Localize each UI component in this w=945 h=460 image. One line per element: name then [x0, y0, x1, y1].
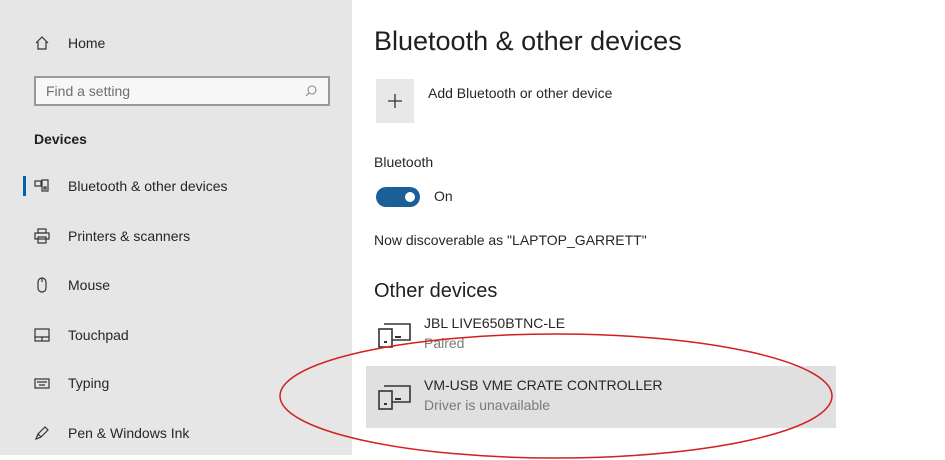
device-icon — [378, 385, 411, 410]
sidebar-item-pen[interactable]: Pen & Windows Ink — [0, 413, 352, 453]
home-icon — [33, 34, 51, 52]
sidebar-item-printers[interactable]: Printers & scanners — [0, 216, 352, 256]
pen-icon — [33, 424, 51, 442]
plus-icon — [388, 94, 402, 108]
sidebar-item-label: Mouse — [68, 277, 111, 293]
other-devices-heading: Other devices — [374, 280, 498, 302]
device-name: JBL LIVE650BTNC-LE — [424, 315, 566, 331]
search-icon — [305, 85, 317, 97]
discoverable-text: Now discoverable as "LAPTOP_GARRETT" — [374, 232, 647, 248]
sidebar-item-label: Bluetooth & other devices — [68, 178, 228, 194]
active-indicator — [23, 176, 26, 196]
device-item[interactable]: JBL LIVE650BTNC-LE Paired — [366, 304, 836, 366]
bluetooth-toggle-label: On — [434, 188, 453, 204]
sidebar-item-home[interactable]: Home — [0, 23, 352, 63]
toggle-knob — [405, 192, 415, 202]
device-icon — [378, 323, 411, 348]
sidebar-item-label: Pen & Windows Ink — [68, 425, 190, 441]
bluetooth-toggle[interactable] — [376, 187, 420, 207]
sidebar-item-bluetooth[interactable]: Bluetooth & other devices — [0, 166, 352, 206]
sidebar: Home Devices Bluetooth & other devices P… — [0, 0, 352, 455]
sidebar-item-mouse[interactable]: Mouse — [0, 265, 352, 305]
page-title: Bluetooth & other devices — [374, 26, 682, 56]
sidebar-item-typing[interactable]: Typing — [0, 363, 352, 403]
sidebar-item-label: Home — [68, 35, 106, 51]
printer-icon — [33, 227, 51, 245]
bluetooth-devices-icon — [33, 177, 51, 195]
bluetooth-heading: Bluetooth — [374, 154, 434, 170]
sidebar-item-label: Touchpad — [68, 327, 129, 343]
device-item-selected[interactable]: VM-USB VME CRATE CONTROLLER Driver is un… — [366, 366, 836, 428]
touchpad-icon — [33, 326, 51, 344]
search-input[interactable] — [44, 82, 298, 100]
add-device-label[interactable]: Add Bluetooth or other device — [428, 85, 612, 101]
device-status: Driver is unavailable — [424, 397, 551, 413]
device-name: VM-USB VME CRATE CONTROLLER — [424, 377, 663, 393]
sidebar-item-label: Typing — [68, 375, 110, 391]
search-box[interactable] — [34, 76, 330, 106]
section-label: Devices — [34, 131, 87, 147]
add-device-button[interactable] — [376, 79, 414, 123]
device-status: Paired — [424, 335, 465, 351]
sidebar-item-label: Printers & scanners — [68, 228, 191, 244]
main-content: Bluetooth & other devices Add Bluetooth … — [352, 0, 945, 455]
mouse-icon — [33, 276, 51, 294]
keyboard-icon — [33, 374, 51, 392]
sidebar-item-touchpad[interactable]: Touchpad — [0, 315, 352, 355]
